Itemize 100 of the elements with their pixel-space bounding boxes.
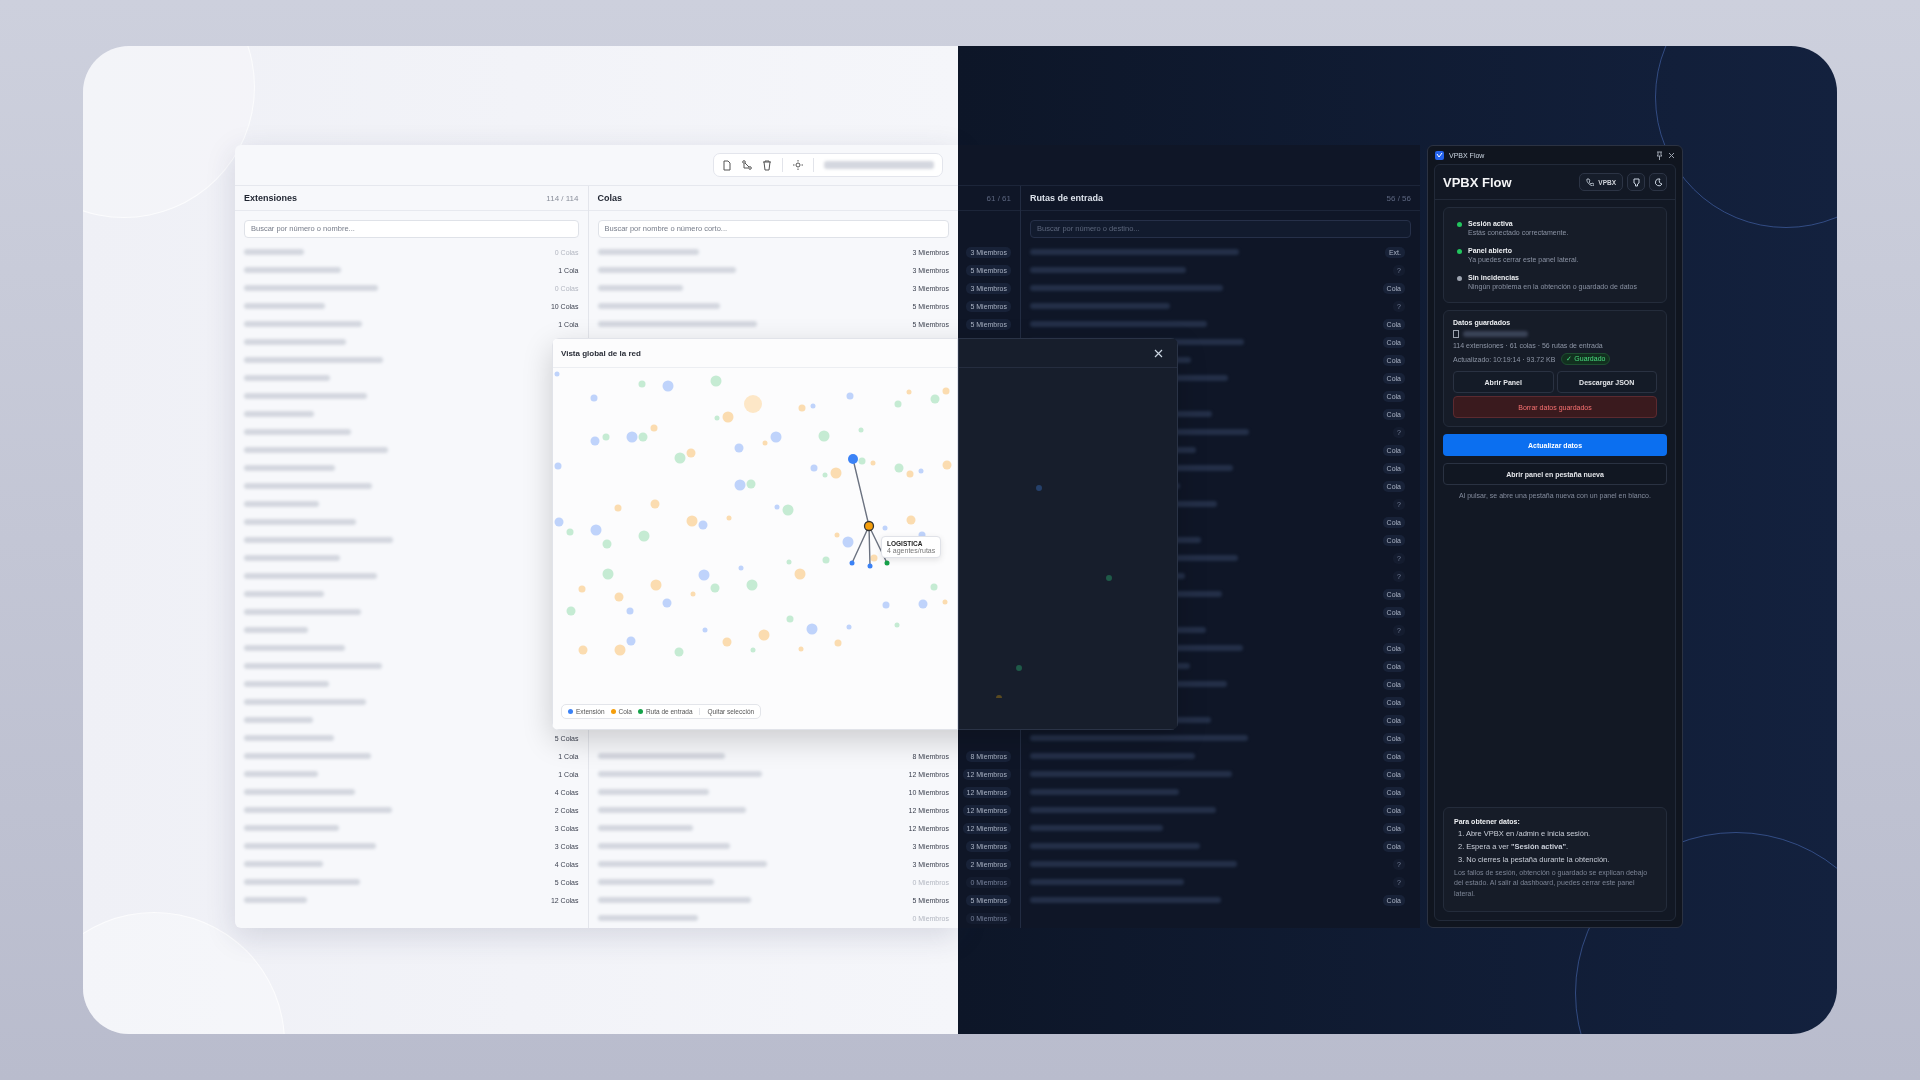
network-node — [726, 515, 732, 521]
phone-icon — [1586, 178, 1595, 186]
network-node — [918, 599, 928, 609]
share-icon[interactable] — [742, 160, 752, 170]
network-node — [638, 530, 650, 542]
moon-icon — [1653, 177, 1663, 187]
network-node — [686, 448, 696, 458]
close-icon[interactable] — [1154, 348, 1163, 358]
network-node — [822, 556, 830, 564]
network-node — [650, 424, 658, 432]
network-node — [738, 565, 744, 571]
network-node — [774, 504, 780, 510]
column-count: 114 / 114 — [546, 193, 579, 203]
network-node — [722, 411, 734, 423]
network-node — [614, 644, 626, 656]
network-node — [650, 499, 660, 509]
blurred-label — [244, 717, 313, 723]
column-title: Extensiones — [244, 193, 298, 203]
network-node — [734, 479, 746, 491]
network-node — [858, 427, 864, 433]
network-node — [894, 400, 902, 408]
network-node — [602, 568, 614, 580]
network-node — [786, 615, 794, 623]
network-node — [746, 579, 758, 591]
repo-button[interactable] — [1627, 173, 1645, 191]
shield-icon — [1631, 177, 1641, 187]
network-node — [602, 539, 612, 549]
network-node — [822, 472, 828, 478]
network-node — [698, 569, 710, 581]
queue-node[interactable] — [863, 520, 875, 532]
network-node — [906, 470, 914, 478]
network-node — [566, 606, 576, 616]
modal-title: Vista global de la red — [561, 348, 641, 358]
network-node — [590, 436, 600, 446]
network-node — [554, 517, 564, 527]
network-node — [918, 468, 924, 474]
network-node — [942, 460, 952, 470]
network-node — [714, 415, 720, 421]
network-node — [870, 460, 876, 466]
network-node — [1016, 665, 1022, 671]
network-node — [626, 607, 634, 615]
network-node — [770, 431, 782, 443]
network-node — [662, 598, 672, 608]
network-node — [842, 536, 854, 548]
network-node — [882, 601, 890, 609]
network-node — [1036, 485, 1042, 491]
network-node — [650, 579, 662, 591]
network-node — [798, 404, 806, 412]
extension-node[interactable] — [849, 560, 855, 566]
network-node — [846, 392, 854, 400]
network-node — [882, 525, 888, 531]
network-node — [942, 599, 948, 605]
network-node — [614, 504, 622, 512]
network-node — [698, 520, 708, 530]
network-node — [674, 647, 684, 657]
file-icon — [1453, 330, 1459, 338]
network-node — [906, 515, 916, 525]
network-node — [830, 467, 842, 479]
trash-icon[interactable] — [762, 159, 772, 171]
network-node — [786, 559, 792, 565]
network-node — [554, 462, 562, 470]
close-icon[interactable] — [1668, 151, 1675, 159]
network-node — [798, 646, 804, 652]
network-node — [746, 479, 756, 489]
network-node — [578, 645, 588, 655]
network-node — [744, 395, 762, 413]
network-node — [834, 532, 840, 538]
network-node — [710, 375, 722, 387]
column-count: 56 / 56 — [1386, 193, 1411, 203]
network-node — [782, 504, 794, 516]
network-node — [710, 583, 720, 593]
network-node — [662, 380, 674, 392]
network-node — [858, 457, 866, 465]
blurred-label — [244, 411, 314, 417]
network-node — [930, 583, 938, 591]
network-node — [996, 695, 1002, 698]
network-node — [794, 568, 806, 580]
network-node — [566, 528, 574, 536]
network-node — [722, 637, 732, 647]
sun-icon[interactable] — [793, 160, 803, 170]
network-node — [638, 432, 648, 442]
extension-node[interactable] — [867, 563, 873, 569]
network-node — [734, 443, 744, 453]
network-node — [810, 464, 818, 472]
network-node — [626, 636, 636, 646]
network-node — [686, 515, 698, 527]
file-icon[interactable] — [722, 159, 732, 171]
network-node — [942, 387, 950, 395]
route-node[interactable] — [884, 560, 890, 566]
pin-icon[interactable] — [1656, 150, 1663, 160]
network-node — [590, 394, 598, 402]
blurred-label — [244, 249, 304, 255]
network-node — [758, 629, 770, 641]
network-node — [906, 389, 912, 395]
network-node — [1106, 575, 1112, 581]
extension-node[interactable] — [848, 454, 858, 464]
network-node — [554, 371, 560, 377]
network-node — [690, 591, 696, 597]
theme-button[interactable] — [1649, 173, 1667, 191]
network-node — [818, 430, 830, 442]
